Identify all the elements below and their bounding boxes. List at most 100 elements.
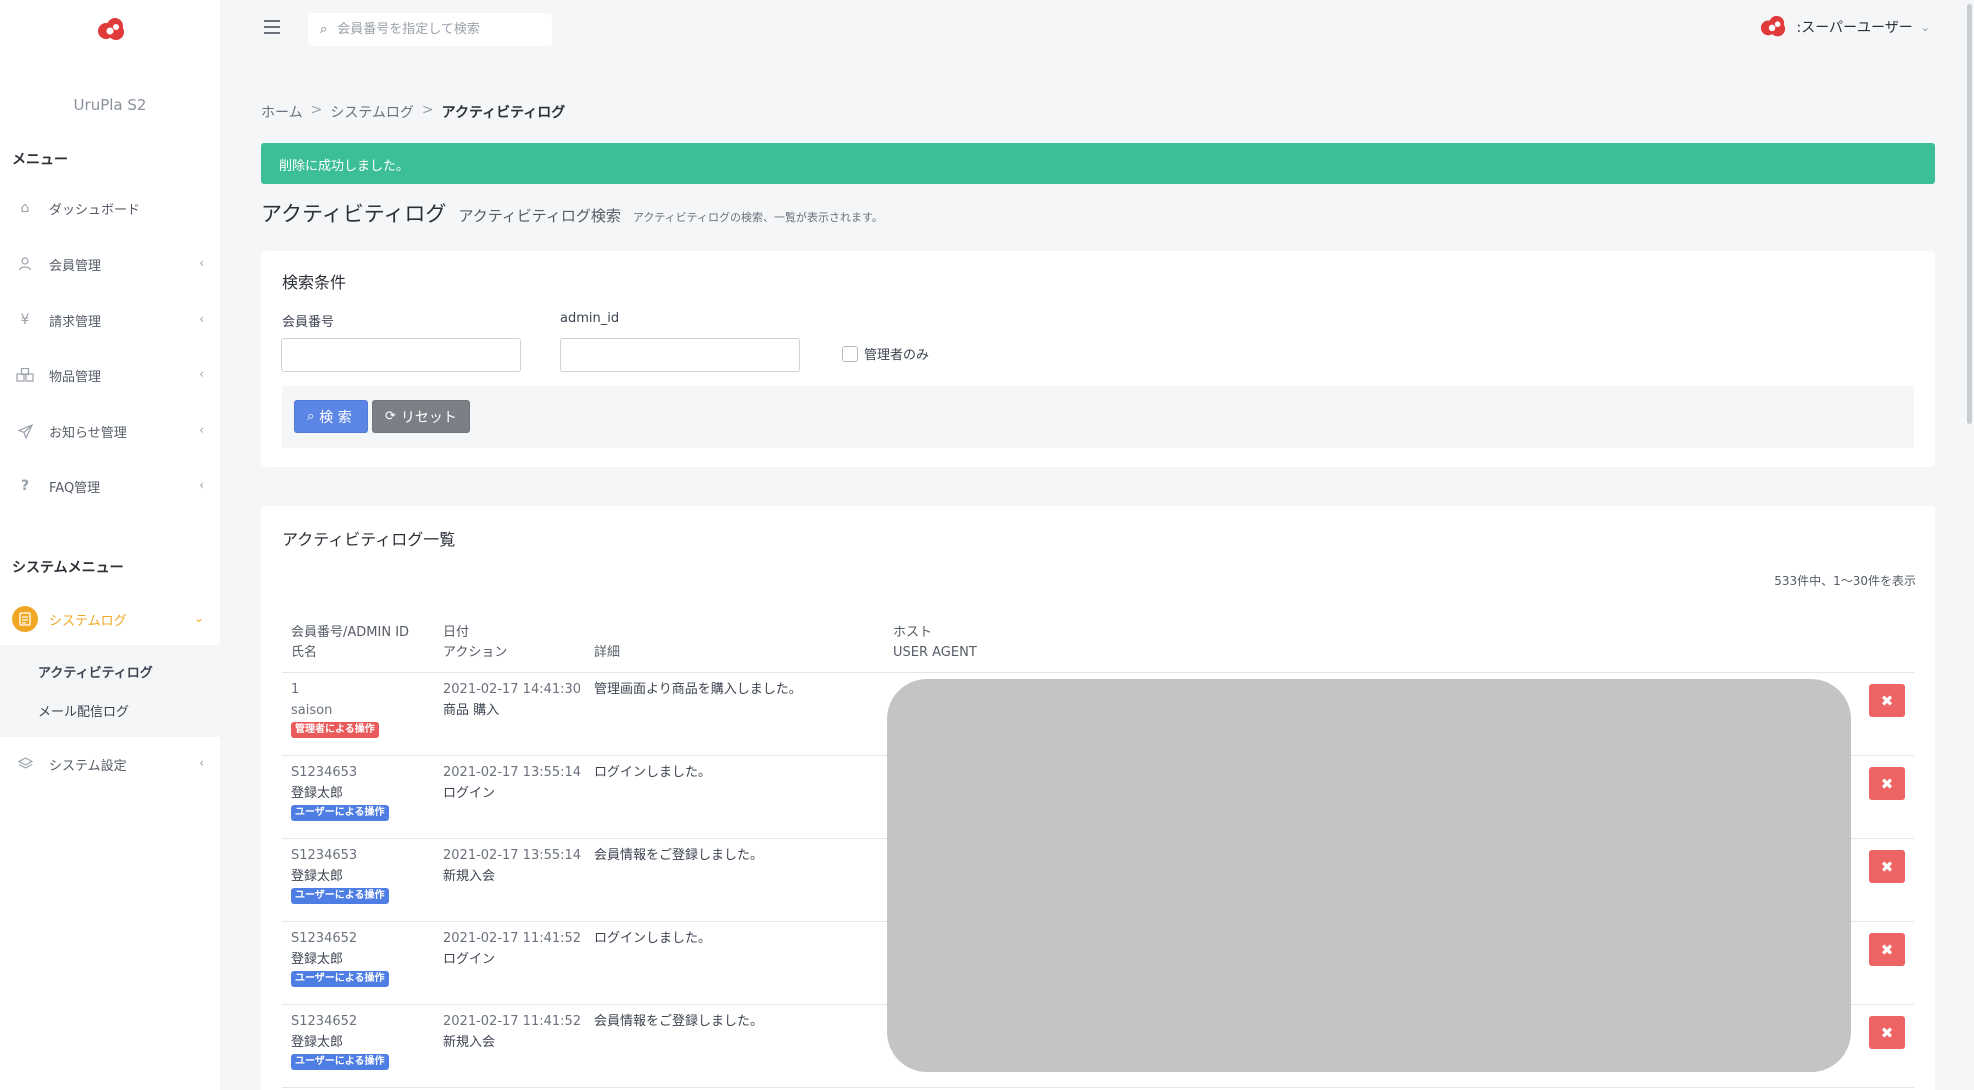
close-icon: ✖ [1880,691,1894,710]
scrollbar-thumb[interactable] [1967,4,1972,424]
column-header-detail: 詳細 [594,623,620,663]
sidebar-item-faq[interactable]: ? FAQ管理 ‹ [0,466,220,506]
delete-button[interactable]: ✖ [1869,684,1905,717]
log-date: 2021-02-17 11:41:52 [443,1014,582,1029]
admin-only-label: 管理者のみ [864,348,930,363]
member-no-label: 会員番号 [282,315,335,330]
column-header-date: 日付 アクション [443,623,507,663]
menu-heading: メニュー [12,152,68,168]
checkbox-box[interactable] [842,345,858,362]
system-menu-heading: システムメニュー [12,560,124,576]
detail-cell: ログインしました。 [594,931,712,946]
member-search-input[interactable] [337,22,528,37]
operator-badge: 管理者による操作 [291,722,379,738]
sidebar: UruPla S2 メニュー ⌂ ダッシュボード 会員管理 ‹ ¥ 請求管理 ‹… [0,0,220,1090]
page-subtitle: アクティビティログ検索 [458,207,621,225]
sidebar-item-label: お知らせ管理 [49,425,127,441]
search-button-label: 検 索 [319,409,352,426]
sidebar-item-label: ダッシュボード [49,202,141,218]
user-avatar-logo-icon [1761,15,1786,37]
hamburger-menu-icon[interactable] [264,20,280,34]
log-date: 2021-02-17 11:41:52 [443,931,582,946]
reset-button-label: リセット [400,409,457,426]
user-menu[interactable]: :スーパーユーザー ⌄ [1758,14,1930,40]
chevron-left-icon: ‹ [199,756,204,770]
chevron-down-icon: ⌄ [1920,20,1930,34]
search-conditions-card: 検索条件 会員番号 admin_id 管理者のみ ⌕ 検 索 ⟳ リセット [261,251,1935,467]
chevron-down-icon: ⌄ [193,611,204,625]
admin-id-label: admin_id [560,311,620,326]
chevron-left-icon: ‹ [199,367,204,381]
log-date: 2021-02-17 14:41:30 [443,682,582,697]
delete-button[interactable]: ✖ [1869,767,1905,800]
close-icon: ✖ [1880,1023,1894,1042]
send-icon [16,422,34,440]
log-date: 2021-02-17 13:55:14 [443,765,582,780]
sidebar-item-label: システム設定 [49,758,127,774]
admin-id-field[interactable] [560,338,800,372]
member-cell: S1234653 登録太郎 ユーザーによる操作 [291,762,389,821]
date-cell: 2021-02-17 13:55:14 ログイン [443,762,581,804]
sidebar-item-goods[interactable]: 物品管理 ‹ [0,355,220,395]
log-action: 商品 購入 [443,703,500,718]
close-icon: ✖ [1880,940,1894,959]
member-id: S1234652 [291,1014,358,1029]
sub-item-activity-log[interactable]: アクティビティログ [38,662,153,681]
column-header-date-label: 日付 [443,625,470,640]
log-action: ログイン [443,952,496,967]
sidebar-item-system-settings[interactable]: システム設定 ‹ [0,744,220,784]
member-name: 登録太郎 [291,869,344,884]
column-header-user-agent: USER AGENT [893,645,977,660]
member-id: S1234653 [291,765,358,780]
log-date: 2021-02-17 13:55:14 [443,848,582,863]
breadcrumb: ホーム > システムログ > アクティビティログ [261,102,565,122]
boxes-icon [16,366,34,384]
sub-item-mail-log[interactable]: メール配信ログ [38,701,129,720]
delete-button[interactable]: ✖ [1869,850,1905,883]
member-id: S1234653 [291,848,358,863]
member-name: 登録太郎 [291,1035,344,1050]
redacted-area [887,679,1851,1072]
delete-button[interactable]: ✖ [1869,933,1905,966]
detail-cell: 管理画面より商品を購入しました。 [594,682,802,697]
breadcrumb-home[interactable]: ホーム [261,102,303,122]
success-alert: 削除に成功しました。 [261,143,1935,184]
sidebar-item-label: 物品管理 [49,369,102,385]
operator-badge: ユーザーによる操作 [291,805,389,821]
sidebar-item-label: 会員管理 [49,258,102,274]
yen-icon: ¥ [20,312,30,328]
chevron-left-icon: ‹ [199,312,204,326]
member-cell: S1234652 登録太郎 ユーザーによる操作 [291,928,389,987]
search-icon: ⌕ [320,22,328,37]
sidebar-item-label: FAQ管理 [49,480,101,496]
member-search[interactable]: ⌕ [308,13,552,46]
sidebar-item-billing[interactable]: ¥ 請求管理 ‹ [0,300,220,340]
sidebar-item-label: 請求管理 [49,314,102,330]
sidebar-item-members[interactable]: 会員管理 ‹ [0,244,220,284]
sidebar-item-news[interactable]: お知らせ管理 ‹ [0,411,220,451]
sidebar-item-system-log[interactable]: システムログ ⌄ [0,599,220,639]
breadcrumb-system-log[interactable]: システムログ [330,102,414,122]
column-header-member: 会員番号/ADMIN ID 氏名 [291,623,409,663]
member-no-field[interactable] [281,338,521,372]
page-title: アクティビティログ [261,202,447,226]
app-name: UruPla S2 [73,96,147,114]
search-button[interactable]: ⌕ 検 索 [294,400,368,433]
admin-only-checkbox[interactable]: 管理者のみ [842,344,929,363]
page-description: アクティビティログの検索、一覧が表示されます。 [632,211,883,224]
sidebar-item-dashboard[interactable]: ⌂ ダッシュボード [0,188,220,228]
chevron-left-icon: ‹ [199,478,204,492]
reset-button[interactable]: ⟳ リセット [372,400,470,433]
list-card-title: アクティビティログ一覧 [282,530,456,549]
user-icon [16,255,34,273]
column-header-name: 氏名 [291,645,318,660]
user-name: :スーパーユーザー [1796,20,1913,36]
logo-icon[interactable] [95,16,127,44]
member-cell: S1234653 登録太郎 ユーザーによる操作 [291,845,389,904]
member-name: 登録太郎 [291,786,344,801]
delete-button[interactable]: ✖ [1869,1016,1905,1049]
detail-cell: ログインしました。 [594,765,712,780]
member-id: S1234652 [291,931,358,946]
member-id: 1 [291,682,300,697]
date-cell: 2021-02-17 14:41:30 商品 購入 [443,679,581,721]
